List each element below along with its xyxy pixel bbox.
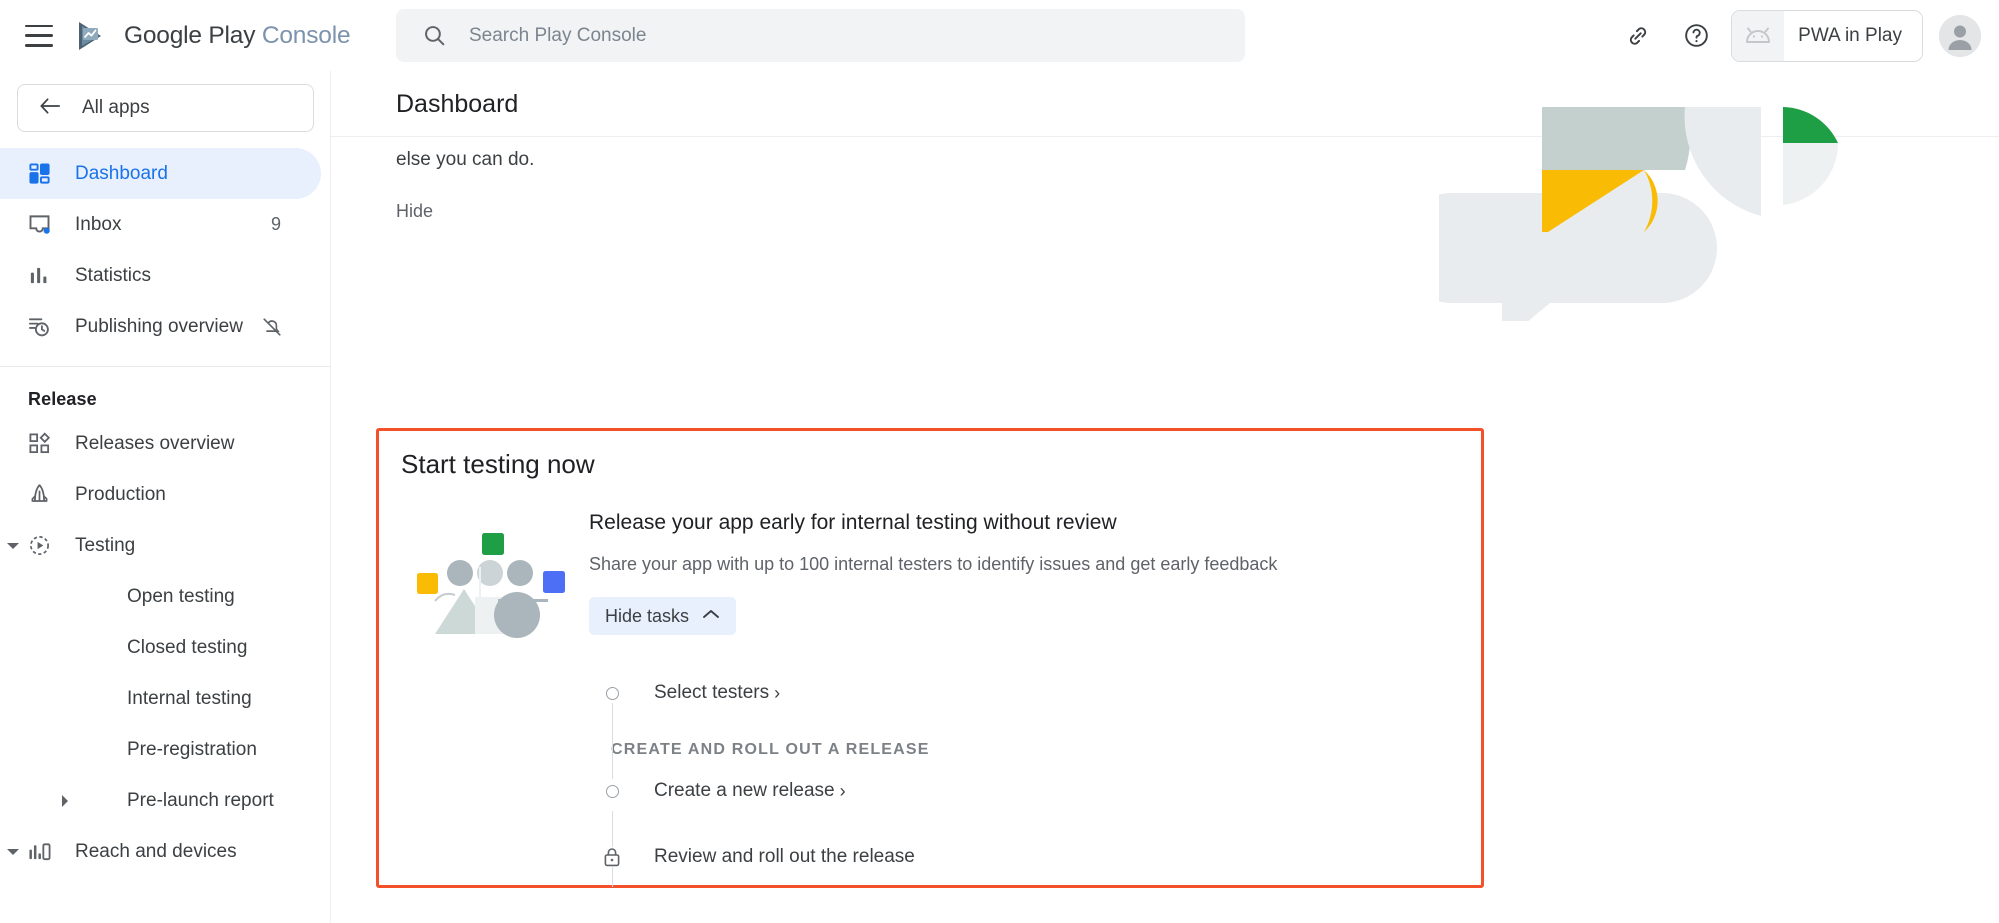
card-subtitle: Share your app with up to 100 internal t… bbox=[589, 554, 1449, 575]
inbox-badge-count: 9 bbox=[271, 214, 281, 235]
app-selector-chip[interactable]: PWA in Play bbox=[1731, 10, 1923, 62]
task-row[interactable]: Select testers › bbox=[589, 671, 1389, 715]
reach-devices-icon bbox=[28, 840, 54, 863]
task-list: Select testers › CREATE AND ROLL OUT A R… bbox=[589, 671, 1389, 879]
brand-primary-text: Google Play bbox=[124, 22, 255, 49]
dashboard-grid-icon bbox=[28, 162, 54, 185]
circle-outline-icon bbox=[602, 683, 622, 703]
brand-logo-group[interactable]: Google Play Console bbox=[75, 20, 350, 52]
releases-overview-icon bbox=[28, 432, 54, 455]
sidebar-item-label: Testing bbox=[75, 535, 135, 557]
main-content: else you can do. Hide Start testing now … bbox=[331, 71, 1999, 923]
card-heading: Release your app early for internal test… bbox=[589, 511, 1449, 535]
task-section-label: CREATE AND ROLL OUT A RELEASE bbox=[611, 715, 1389, 769]
sidebar-item-dashboard[interactable]: Dashboard bbox=[0, 148, 321, 199]
sidebar-item-testing[interactable]: Testing bbox=[0, 520, 321, 571]
lock-icon bbox=[602, 847, 622, 867]
internal-testing-illustration bbox=[413, 531, 573, 641]
sidebar-item-label: Production bbox=[75, 484, 166, 506]
google-play-logo-icon bbox=[75, 20, 113, 52]
task-label: Review and roll out the release bbox=[654, 846, 915, 868]
sidebar-item-releases-overview[interactable]: Releases overview bbox=[0, 418, 321, 469]
inbox-icon bbox=[28, 213, 54, 236]
sidebar-item-label: Dashboard bbox=[75, 163, 168, 185]
sidebar-item-inbox[interactable]: Inbox 9 bbox=[0, 199, 321, 250]
sidebar-item-reach-and-devices[interactable]: Reach and devices bbox=[0, 826, 321, 877]
task-row: Review and roll out the release bbox=[589, 835, 1389, 879]
top-app-bar: Google Play Console bbox=[0, 0, 1999, 71]
hide-welcome-link[interactable]: Hide bbox=[396, 201, 433, 222]
card-title: Start testing now bbox=[401, 449, 595, 480]
sidebar-item-pre-launch-report[interactable]: Pre-launch report bbox=[0, 775, 330, 826]
task-label[interactable]: Create a new release bbox=[654, 780, 835, 802]
sidebar-group-title-release: Release bbox=[0, 367, 330, 418]
notifications-off-icon[interactable] bbox=[261, 316, 283, 338]
chevron-down-icon[interactable] bbox=[4, 541, 22, 551]
all-apps-label: All apps bbox=[82, 97, 150, 119]
sidebar-item-open-testing[interactable]: Open testing bbox=[0, 571, 330, 622]
chevron-right-icon: › bbox=[774, 683, 780, 704]
sidebar-item-label: Closed testing bbox=[127, 637, 247, 659]
welcome-tail-text: else you can do. bbox=[396, 149, 534, 171]
sidebar-item-label: Open testing bbox=[127, 586, 235, 608]
card-body: Release your app early for internal test… bbox=[589, 511, 1449, 635]
search-input[interactable] bbox=[469, 25, 1169, 47]
brand-secondary-text: Console bbox=[262, 22, 351, 49]
sidebar-item-statistics[interactable]: Statistics bbox=[0, 250, 321, 301]
sidebar-item-internal-testing[interactable]: Internal testing bbox=[0, 673, 330, 724]
sidebar-item-label: Internal testing bbox=[127, 688, 252, 710]
all-apps-button[interactable]: All apps bbox=[17, 84, 314, 132]
task-row[interactable]: Create a new release › bbox=[589, 769, 1389, 813]
hide-tasks-button[interactable]: Hide tasks bbox=[589, 597, 736, 635]
top-bar-actions: PWA in Play bbox=[1615, 0, 1981, 71]
sidebar-item-closed-testing[interactable]: Closed testing bbox=[0, 622, 330, 673]
account-avatar[interactable] bbox=[1939, 15, 1981, 57]
primary-nav: Dashboard Inbox 9 Statistics bbox=[0, 132, 330, 352]
search-bar[interactable] bbox=[396, 9, 1245, 62]
start-testing-card: Start testing now Release your app early… bbox=[376, 428, 1484, 888]
sidebar-item-pre-registration[interactable]: Pre-registration bbox=[0, 724, 330, 775]
publishing-clock-icon bbox=[28, 315, 54, 338]
sidebar-item-label: Inbox bbox=[75, 214, 121, 236]
app-chip-label: PWA in Play bbox=[1798, 25, 1902, 47]
sidebar-item-label: Pre-launch report bbox=[127, 790, 274, 812]
brand-title: Google Play Console bbox=[124, 22, 350, 50]
chevron-up-icon bbox=[702, 607, 720, 625]
circle-outline-icon bbox=[602, 781, 622, 801]
android-icon bbox=[1732, 11, 1784, 61]
task-connector-line bbox=[612, 693, 614, 779]
rocket-icon bbox=[28, 483, 54, 506]
link-icon[interactable] bbox=[1615, 13, 1661, 59]
sidebar-item-label: Publishing overview bbox=[75, 316, 243, 338]
hamburger-menu-icon[interactable] bbox=[25, 25, 53, 47]
sidebar-item-production[interactable]: Production bbox=[0, 469, 321, 520]
page-title: Dashboard bbox=[396, 90, 518, 119]
decorative-header-illustration bbox=[1439, 71, 1869, 321]
sidebar-item-publishing-overview[interactable]: Publishing overview bbox=[0, 301, 321, 352]
sidebar-item-label: Statistics bbox=[75, 265, 151, 287]
sidebar-item-label: Reach and devices bbox=[75, 841, 237, 863]
chevron-down-icon[interactable] bbox=[4, 847, 22, 857]
arrow-left-icon bbox=[39, 97, 62, 120]
hide-tasks-label: Hide tasks bbox=[605, 606, 689, 627]
task-label[interactable]: Select testers bbox=[654, 682, 769, 704]
search-icon bbox=[422, 23, 447, 48]
sidebar-item-label: Releases overview bbox=[75, 433, 234, 455]
chevron-right-icon[interactable] bbox=[60, 794, 70, 808]
left-sidebar: All apps Dashboard Inbox 9 bbox=[0, 71, 331, 923]
chevron-right-icon: › bbox=[840, 781, 846, 802]
sidebar-item-label: Pre-registration bbox=[127, 739, 257, 761]
bar-chart-icon bbox=[28, 264, 54, 287]
help-circle-icon[interactable] bbox=[1673, 13, 1719, 59]
testing-play-icon bbox=[28, 534, 54, 557]
